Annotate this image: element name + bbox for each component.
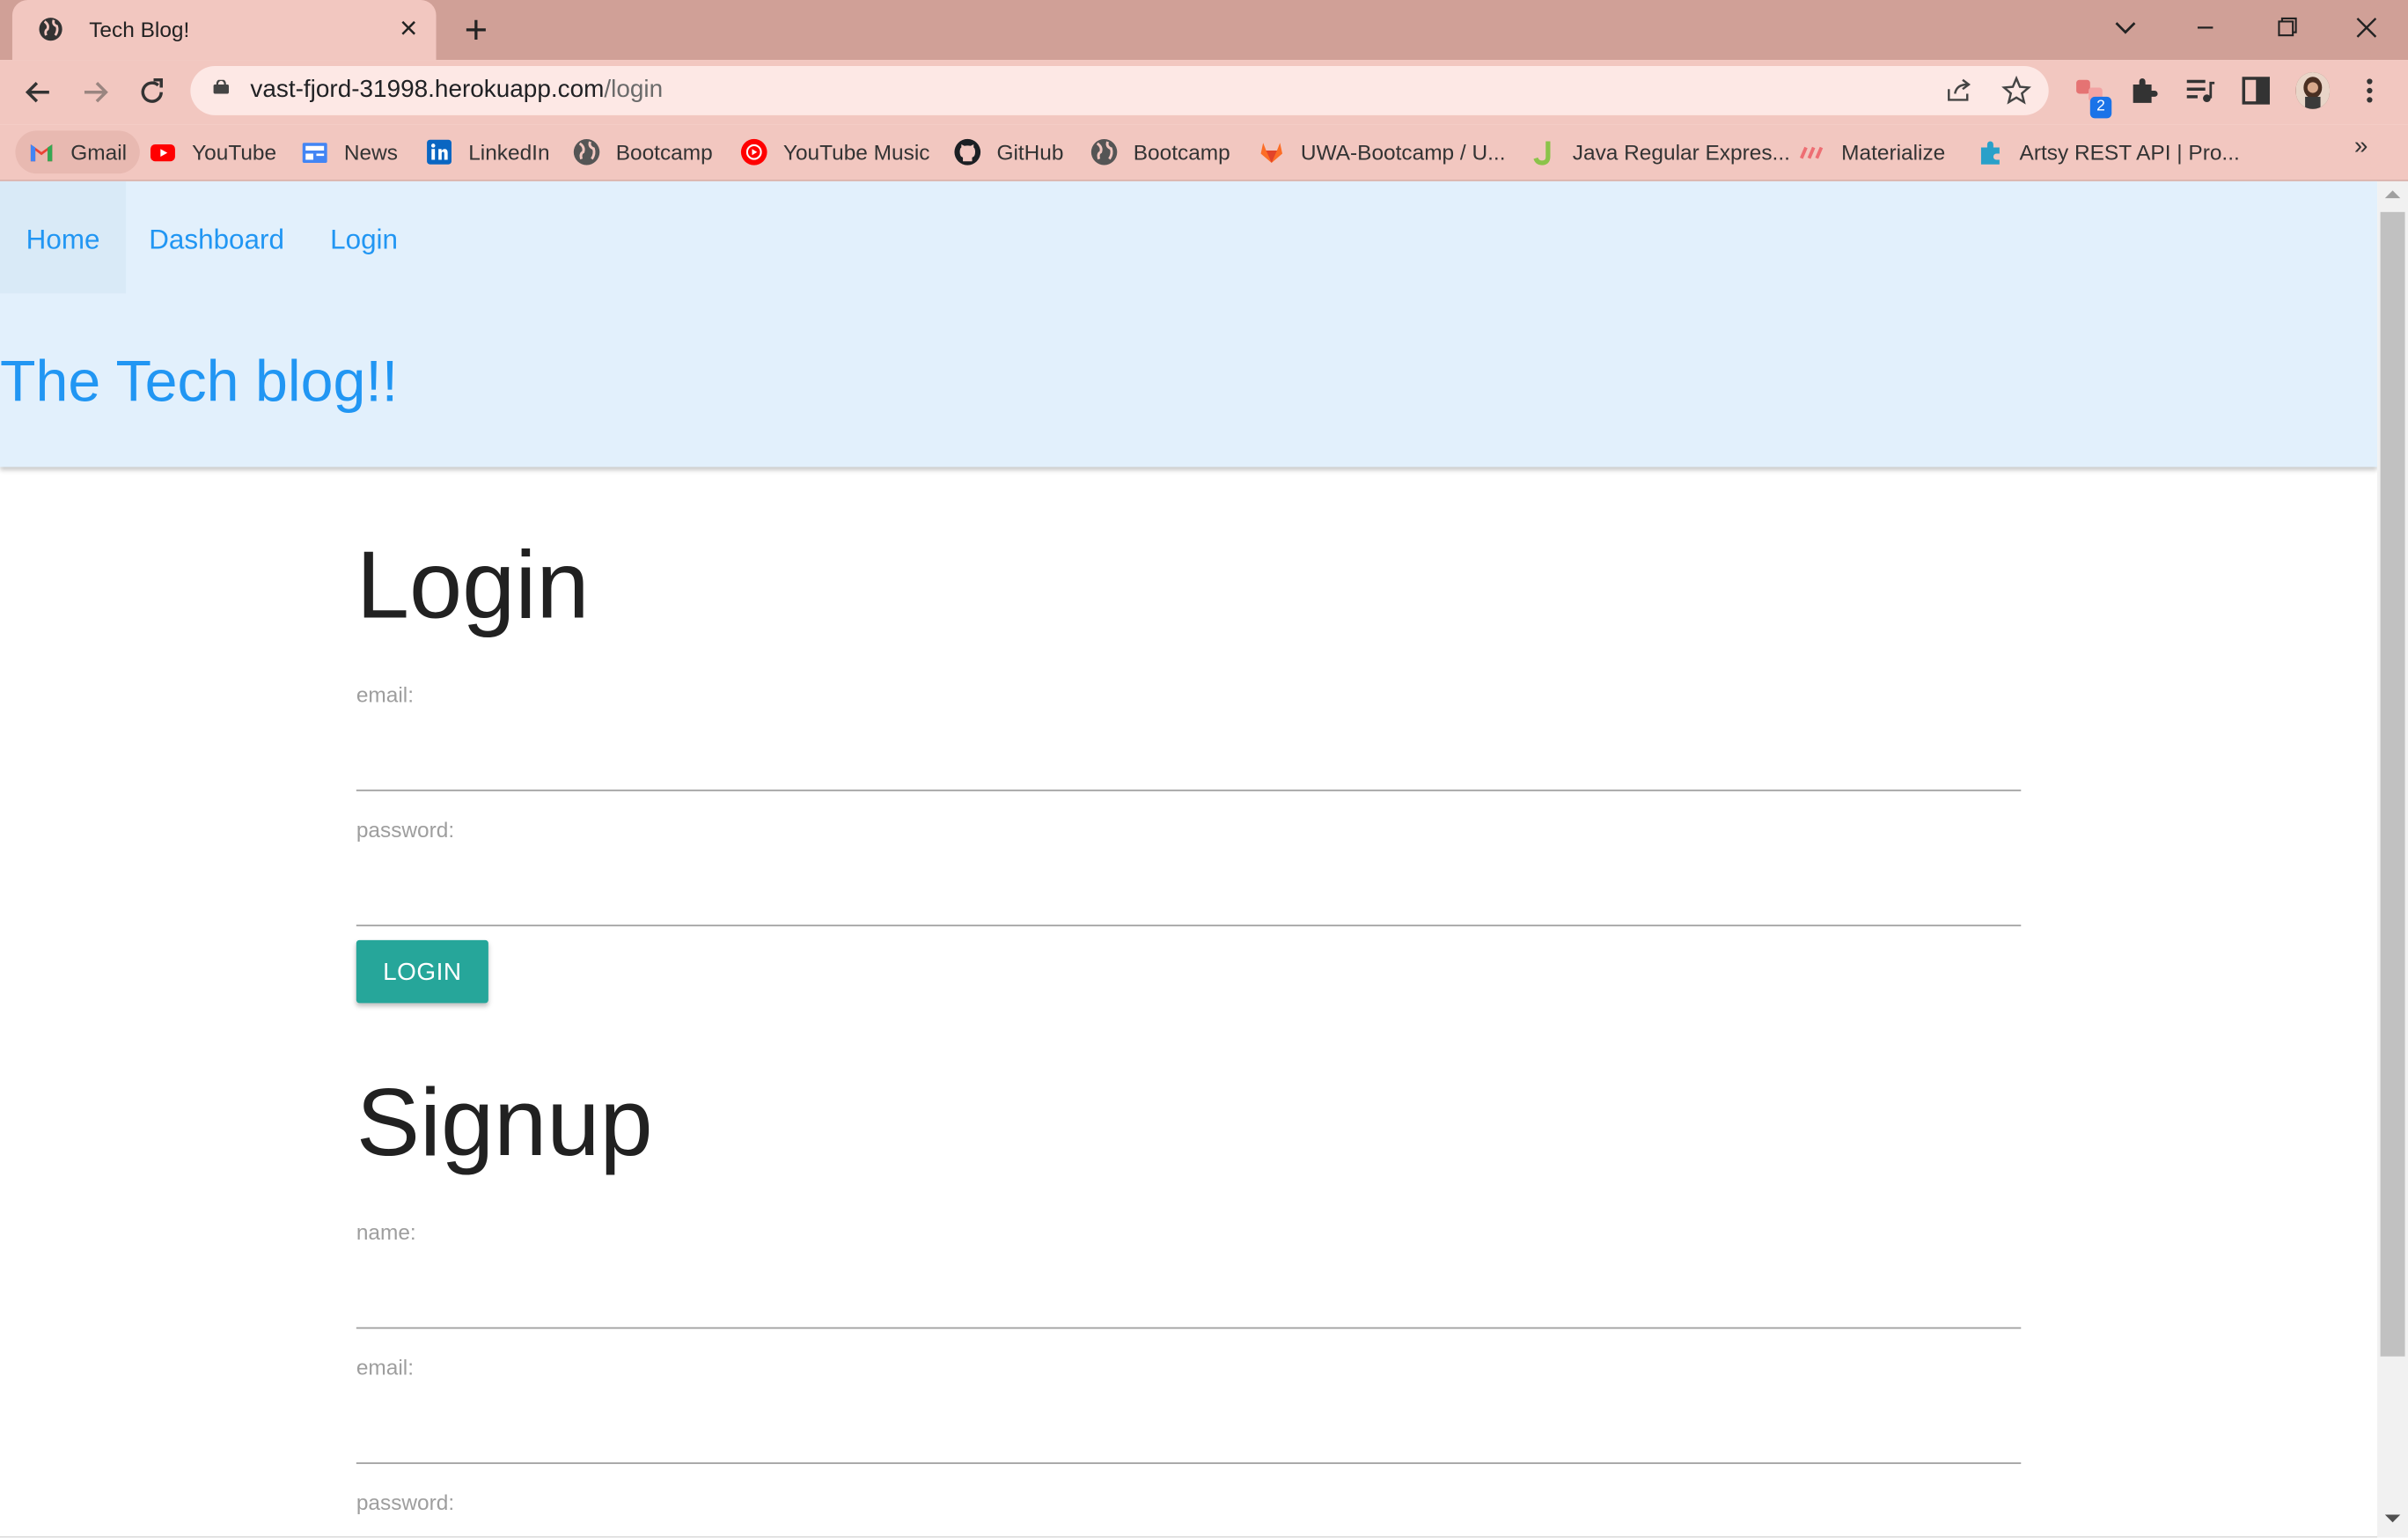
browser-tab[interactable]: Tech Blog! × bbox=[11, 0, 437, 61]
gitlab-icon bbox=[1260, 143, 1282, 163]
bookmark-label: Materialize bbox=[1841, 139, 1946, 165]
login-password-label: password: bbox=[356, 817, 455, 843]
news-icon bbox=[302, 143, 327, 163]
bookmark-star-icon[interactable] bbox=[2001, 75, 2032, 107]
media-queue-icon[interactable] bbox=[2183, 74, 2216, 107]
tab-search-icon[interactable] bbox=[2103, 9, 2148, 46]
share-icon[interactable] bbox=[1944, 76, 1975, 107]
signup-password-label: password: bbox=[356, 1490, 455, 1515]
back-icon[interactable] bbox=[18, 72, 58, 112]
profile-picture-icon bbox=[2295, 72, 2331, 109]
bookmark-label: Bootcamp bbox=[615, 139, 713, 165]
scroll-down-arrow-icon[interactable] bbox=[2384, 1514, 2401, 1523]
bookmark-artsy[interactable]: Artsy REST API | Pro... bbox=[1977, 130, 2240, 173]
url-host: vast-fjord-31998.herokuapp.com bbox=[250, 77, 605, 103]
bookmark-gmail[interactable]: Gmail bbox=[15, 130, 140, 174]
bookmark-linkedin[interactable]: LinkedIn bbox=[425, 130, 550, 173]
bookmarks-bar: Gmail YouTube News LinkedIn Bootcamp You… bbox=[0, 124, 2408, 181]
tab-strip: Tech Blog! × + bbox=[0, 0, 2408, 61]
signup-email-label: email: bbox=[356, 1355, 415, 1380]
reload-icon[interactable] bbox=[132, 72, 172, 112]
browser-toolbar: vast-fjord-31998.herokuapp.com/login 2 bbox=[0, 60, 2408, 125]
profile-avatar[interactable] bbox=[2295, 72, 2331, 109]
close-window-icon[interactable] bbox=[2344, 9, 2390, 46]
signup-email-underline bbox=[356, 1462, 2022, 1464]
bookmark-news[interactable]: News bbox=[301, 130, 398, 173]
login-button[interactable]: LOGIN bbox=[356, 939, 488, 1004]
page-scrollbar[interactable] bbox=[2377, 180, 2408, 1538]
browser-menu-icon[interactable] bbox=[2353, 74, 2386, 107]
linkedin-icon bbox=[427, 139, 452, 165]
globe-icon bbox=[39, 18, 62, 41]
login-email-underline bbox=[356, 789, 2022, 791]
bookmark-label: GitHub bbox=[996, 139, 1064, 165]
signup-name-label: name: bbox=[356, 1219, 416, 1245]
bookmark-uwa-bootcamp[interactable]: UWA-Bootcamp / U... bbox=[1258, 130, 1506, 173]
bookmark-label: Artsy REST API | Pro... bbox=[2019, 139, 2240, 165]
signup-name-underline bbox=[356, 1327, 2022, 1329]
login-password-input[interactable] bbox=[356, 872, 2022, 925]
extension-badge: 2 bbox=[2089, 96, 2112, 119]
youtube-icon bbox=[150, 144, 175, 162]
login-email-input[interactable] bbox=[356, 737, 2022, 790]
bookmark-youtube-music[interactable]: YouTube Music bbox=[740, 130, 929, 173]
j-icon bbox=[1533, 141, 1551, 166]
globe-icon bbox=[1090, 139, 1118, 166]
bookmark-label: Java Regular Expres... bbox=[1572, 139, 1790, 165]
scrollbar-thumb[interactable] bbox=[2380, 211, 2405, 1357]
login-heading: Login bbox=[356, 533, 590, 639]
url-text: vast-fjord-31998.herokuapp.com/login bbox=[250, 77, 663, 104]
puzzle-icon bbox=[1980, 141, 2000, 165]
bookmark-bootcamp-1[interactable]: Bootcamp bbox=[573, 130, 713, 173]
side-panel-icon[interactable] bbox=[2239, 74, 2272, 107]
bookmark-label: LinkedIn bbox=[468, 139, 550, 165]
address-bar[interactable]: vast-fjord-31998.herokuapp.com/login bbox=[190, 66, 2049, 115]
bookmark-materialize[interactable]: Materialize bbox=[1798, 130, 1945, 173]
youtube-music-icon bbox=[740, 138, 767, 166]
tab-title: Tech Blog! bbox=[89, 17, 190, 42]
signup-heading: Signup bbox=[356, 1071, 653, 1177]
bookmark-label: UWA-Bootcamp / U... bbox=[1300, 139, 1506, 165]
bookmark-youtube[interactable]: YouTube bbox=[149, 130, 276, 173]
site-header: Home Dashboard Login The Tech blog!! bbox=[0, 180, 2378, 467]
nav-dashboard[interactable]: Dashboard bbox=[123, 181, 311, 293]
signup-email-input[interactable] bbox=[356, 1409, 2022, 1463]
lock-icon bbox=[213, 79, 229, 94]
gmail-icon bbox=[30, 144, 53, 162]
new-tab-icon[interactable]: + bbox=[458, 8, 495, 51]
materialize-icon bbox=[1800, 146, 1824, 159]
bookmark-label: News bbox=[343, 139, 398, 165]
login-password-underline bbox=[356, 924, 2022, 927]
signup-name-input[interactable] bbox=[356, 1275, 2022, 1328]
page-content: Home Dashboard Login The Tech blog!! Log… bbox=[0, 180, 2378, 1538]
more-bookmarks-icon[interactable]: » bbox=[2354, 134, 2368, 161]
globe-icon bbox=[573, 139, 600, 166]
restore-icon[interactable] bbox=[2264, 9, 2309, 46]
bookmark-label: Bootcamp bbox=[1133, 139, 1230, 165]
minimize-icon[interactable] bbox=[2183, 9, 2228, 46]
login-email-label: email: bbox=[356, 681, 415, 707]
github-icon bbox=[954, 138, 981, 166]
site-title: The Tech blog!! bbox=[0, 350, 399, 416]
forward-icon[interactable] bbox=[76, 72, 115, 112]
bookmark-java-regex[interactable]: Java Regular Expres... bbox=[1530, 130, 1790, 173]
bookmark-label: YouTube Music bbox=[782, 139, 930, 165]
close-tab-icon[interactable]: × bbox=[396, 12, 421, 46]
scroll-up-arrow-icon[interactable] bbox=[2384, 190, 2401, 199]
bookmark-label: Gmail bbox=[70, 139, 128, 165]
nav-home[interactable]: Home bbox=[0, 180, 127, 294]
nav-login[interactable]: Login bbox=[304, 181, 423, 293]
bookmark-label: YouTube bbox=[192, 139, 277, 165]
extensions-puzzle-icon[interactable] bbox=[2127, 74, 2161, 107]
bookmark-bootcamp-2[interactable]: Bootcamp bbox=[1090, 130, 1230, 173]
url-path: /login bbox=[604, 77, 664, 103]
bookmark-github[interactable]: GitHub bbox=[954, 130, 1064, 173]
